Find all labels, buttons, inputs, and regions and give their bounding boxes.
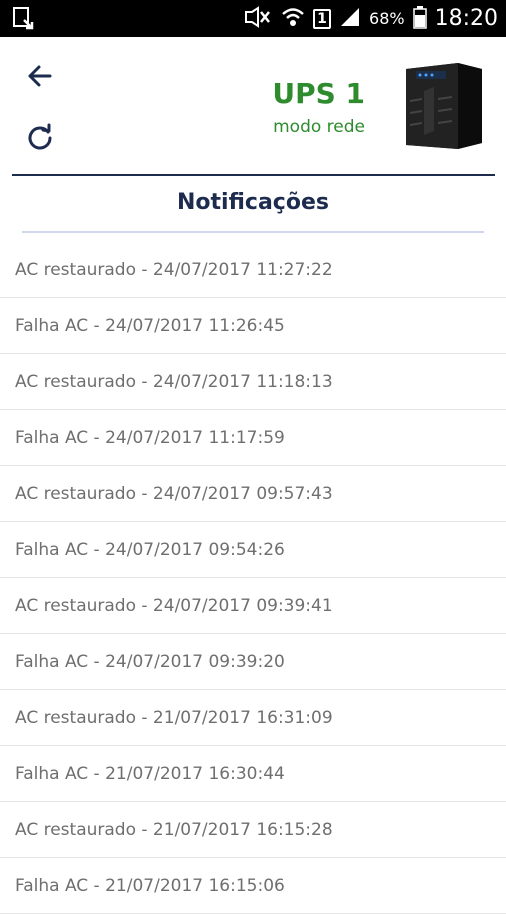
notification-item[interactable]: AC restaurado - 24/07/2017 09:39:41 [0,578,506,634]
ups-device-image [402,61,484,151]
section-underline [22,231,484,233]
wifi-icon [281,6,305,32]
notification-item[interactable]: AC restaurado - 21/07/2017 16:31:09 [0,690,506,746]
battery-percentage: 68% [369,9,405,28]
notification-item[interactable]: Falha AC - 24/07/2017 11:17:59 [0,410,506,466]
sim-icon: 1 [313,8,332,29]
download-icon [12,6,34,30]
signal-icon [339,6,361,32]
notification-item[interactable]: AC restaurado - 24/07/2017 11:27:22 [0,242,506,298]
arrow-left-icon [28,65,52,87]
notification-item[interactable]: Falha AC - 24/07/2017 09:54:26 [0,522,506,578]
device-mode: modo rede [273,117,365,137]
notification-item[interactable]: Falha AC - 21/07/2017 16:15:06 [0,858,506,914]
notification-item[interactable]: Falha AC - 24/07/2017 11:26:45 [0,298,506,354]
device-title: UPS 1 [272,77,365,110]
back-button[interactable] [24,60,56,92]
mute-icon [243,5,273,32]
notification-item[interactable]: AC restaurado - 24/07/2017 09:57:43 [0,466,506,522]
header-divider [12,174,495,176]
status-bar: 1 68% 18:20 [0,0,506,37]
device-header: UPS 1 modo rede [0,37,506,176]
refresh-icon [28,123,52,150]
notification-item[interactable]: Falha AC - 21/07/2017 16:30:44 [0,746,506,802]
notifications-list: AC restaurado - 24/07/2017 11:27:22 Falh… [0,242,506,914]
notification-item[interactable]: AC restaurado - 21/07/2017 16:15:28 [0,802,506,858]
battery-icon [412,5,427,33]
section-title: Notificações [177,190,329,215]
refresh-button[interactable] [24,121,56,153]
notification-item[interactable]: AC restaurado - 24/07/2017 11:18:13 [0,354,506,410]
clock: 18:20 [434,6,498,31]
notification-item[interactable]: Falha AC - 24/07/2017 09:39:20 [0,634,506,690]
